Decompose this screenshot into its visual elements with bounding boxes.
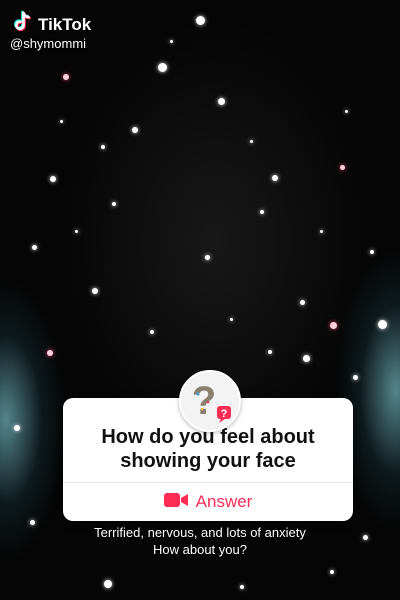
star [340,165,345,170]
star [158,63,167,72]
caption-line-2: How about you? [153,542,247,557]
star [250,140,253,143]
star [272,175,278,181]
star [218,98,225,105]
caption-line-1: Terrified, nervous, and lots of anxiety [94,525,306,540]
answer-button[interactable]: Answer [63,483,353,521]
star [240,585,244,589]
star [320,230,323,233]
star [47,350,53,356]
star [104,580,112,588]
star [370,250,374,254]
star [63,74,69,80]
svg-text:?: ? [192,379,216,423]
creator-handle[interactable]: @shymommi [10,36,86,51]
star [50,176,56,182]
star [60,120,63,123]
star [112,202,116,206]
star [32,245,37,250]
star [230,318,233,321]
star [170,40,173,43]
star [303,355,310,362]
star [205,255,210,260]
star [101,145,105,149]
star [378,320,387,329]
svg-text:?: ? [221,408,228,420]
answer-label: Answer [195,492,253,511]
star [330,570,334,574]
video-camera-icon [163,492,188,513]
star [150,330,154,334]
star [75,230,78,233]
star [345,110,348,113]
star [132,127,138,133]
star [268,350,272,354]
star [196,16,205,25]
star [92,288,98,294]
star [330,322,337,329]
star [260,210,264,214]
tiktok-watermark: TikTok [10,10,91,39]
tiktok-note-icon [10,10,34,39]
tiktok-brand-name: TikTok [38,14,92,34]
question-mark-avatar-icon: ? ? [179,370,241,432]
video-frame[interactable]: TikTok @shymommi How do you feel about s… [0,0,400,600]
star [14,425,20,431]
star [353,375,358,380]
star [300,300,305,305]
